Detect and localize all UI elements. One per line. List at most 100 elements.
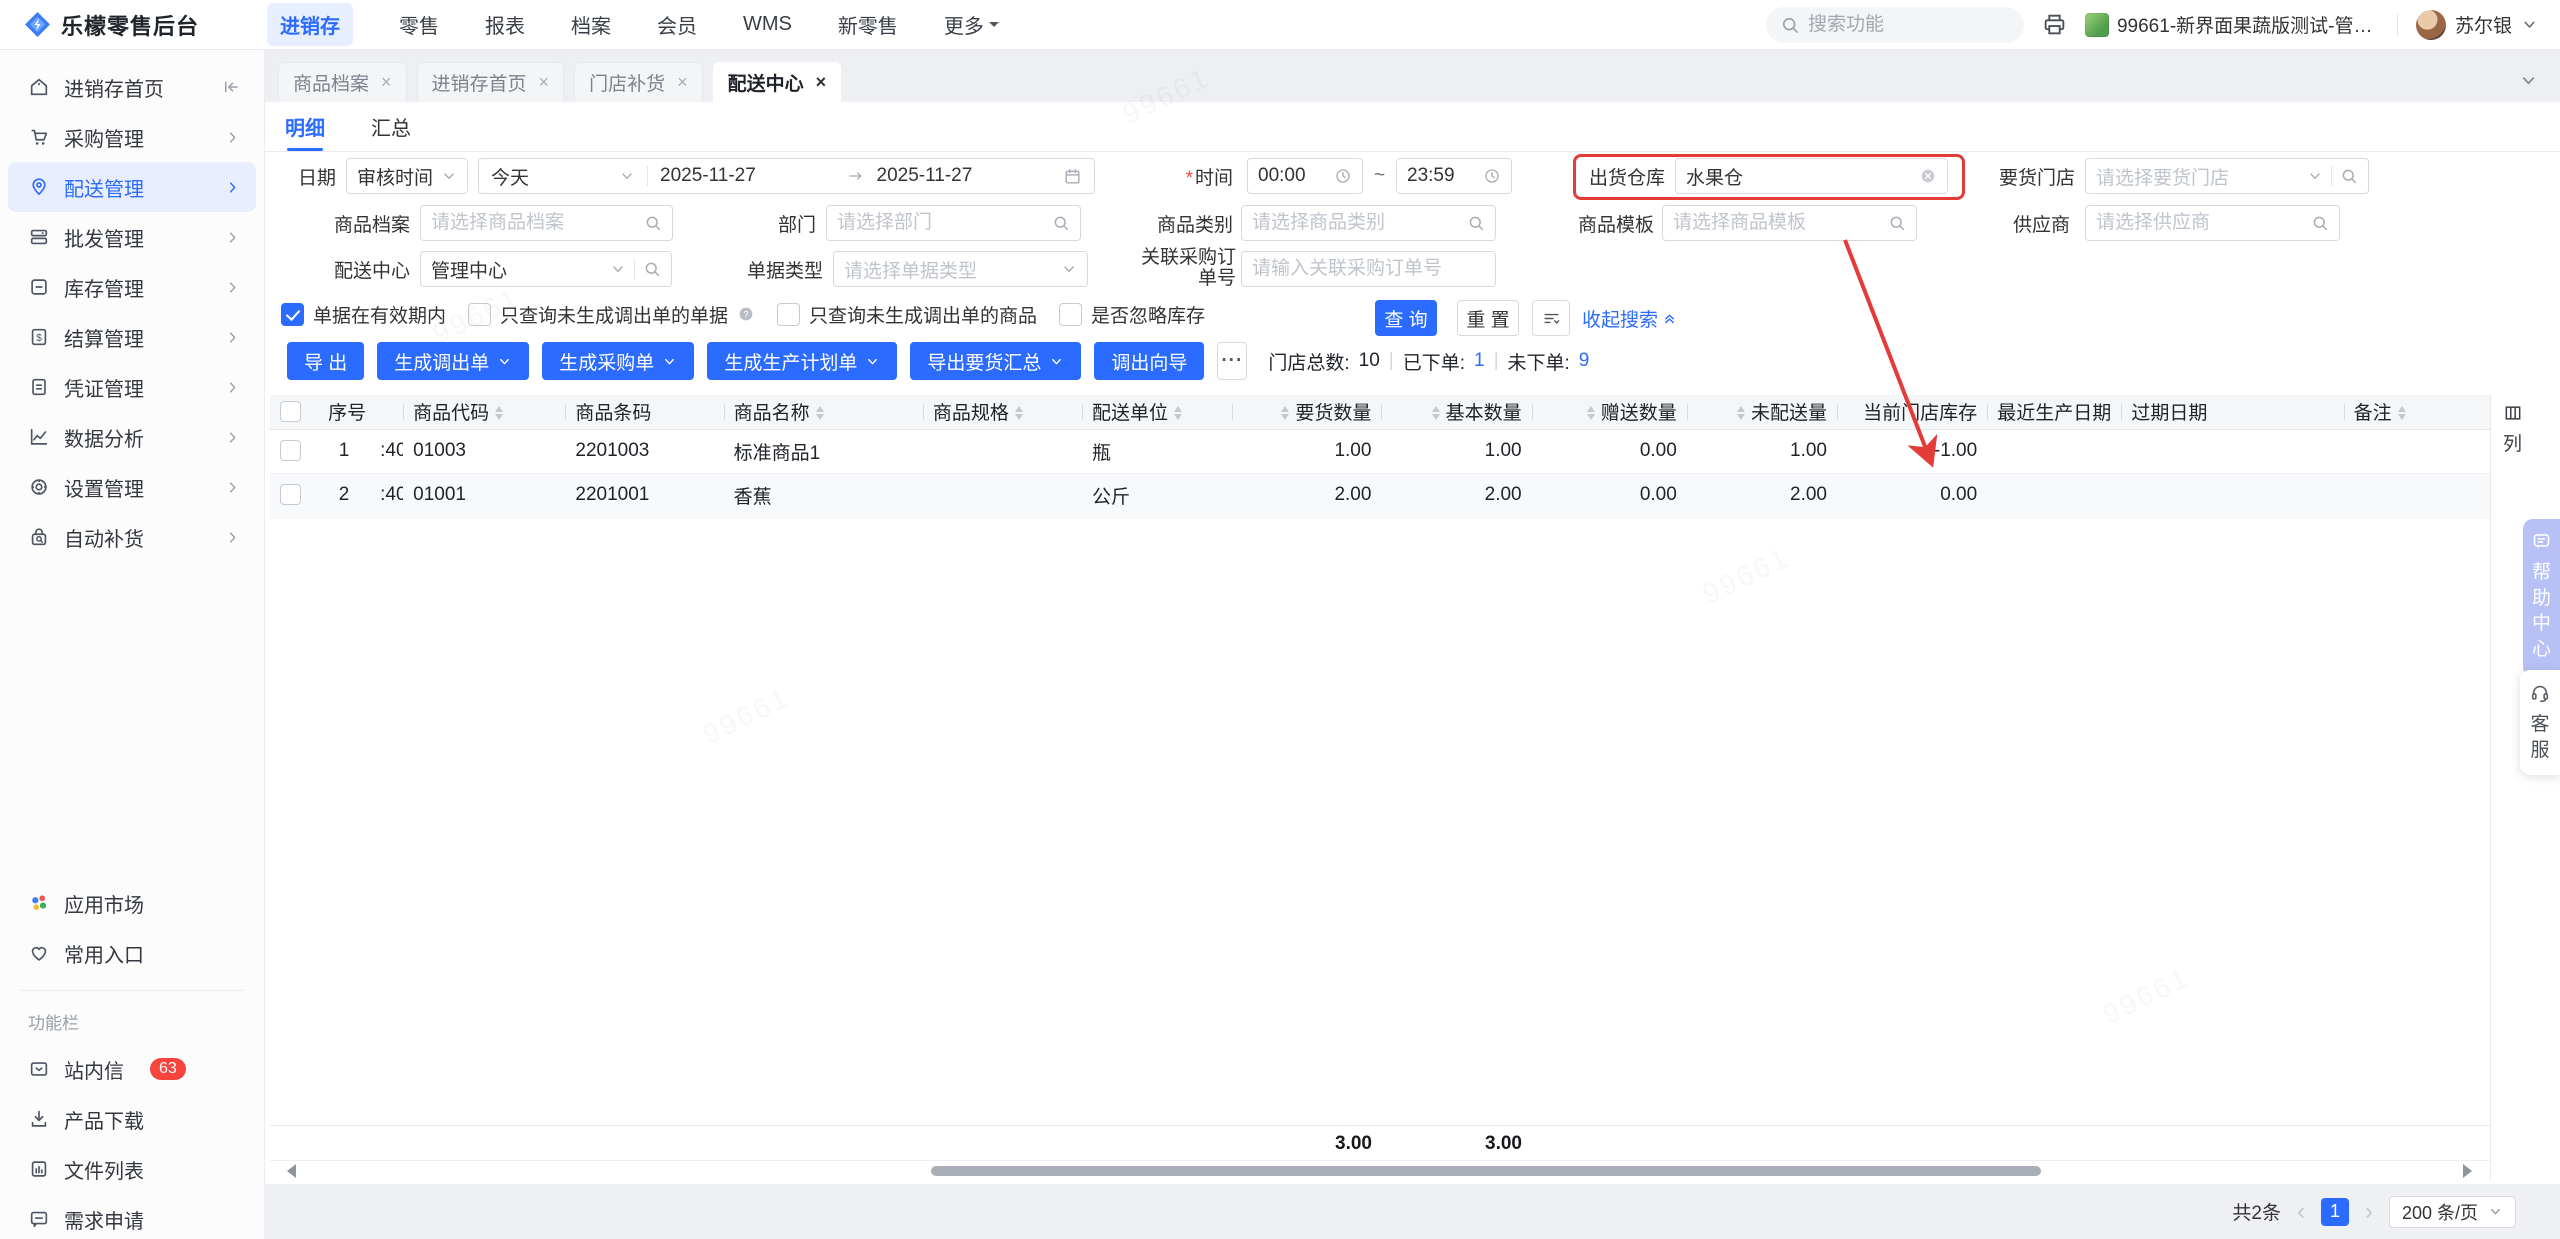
row-checkbox[interactable] [280, 440, 301, 461]
sort-icon[interactable] [1432, 406, 1440, 420]
sidebar-item-wholesale[interactable]: 批发管理 [8, 212, 256, 262]
nav-item-inventory[interactable]: 进销存 [267, 3, 353, 46]
sidebar-item-settings[interactable]: 设置管理 [8, 462, 256, 512]
search-icon[interactable] [2340, 167, 2358, 185]
scrollbar-thumb[interactable] [931, 1166, 2041, 1176]
tenant-switcher[interactable]: 99661-新界面果蔬版测试-管理... [2085, 11, 2379, 38]
global-search[interactable] [1766, 7, 2024, 43]
header-select-all[interactable] [270, 395, 318, 429]
store-select[interactable]: 请选择要货门店 [2085, 158, 2369, 194]
category-input[interactable] [1252, 212, 1459, 234]
header-spec[interactable]: 商品规格 [923, 395, 1082, 429]
prev-page-icon[interactable]: ‹ [2295, 1200, 2307, 1224]
nav-item-new-retail[interactable]: 新零售 [838, 10, 898, 39]
template-field[interactable] [1662, 205, 1917, 241]
sort-icon[interactable] [1174, 406, 1182, 420]
sort-icon[interactable] [1587, 406, 1595, 420]
table-row[interactable]: 1 :40 01003 2201003 标准商品1 瓶 1.00 1.00 0.… [270, 429, 2490, 473]
subtab-summary[interactable]: 汇总 [371, 102, 411, 151]
date-from-field[interactable]: 2025-11-27 [648, 159, 847, 193]
printer-icon[interactable] [2042, 12, 2067, 37]
header-seq[interactable]: 序号 [318, 395, 370, 429]
app-logo[interactable]: 乐檬零售后台 [0, 9, 265, 41]
date-preset-select[interactable]: 今天 [479, 159, 647, 193]
sidebar-item-auto-replenish[interactable]: 自动补货 [8, 512, 256, 562]
checkbox-icon[interactable] [777, 303, 800, 326]
header-qty[interactable]: 要货数量 [1232, 395, 1381, 429]
tab-goods-archive[interactable]: 商品档案× [278, 62, 407, 102]
search-icon[interactable] [1888, 214, 1906, 232]
dept-field[interactable] [826, 205, 1081, 241]
tab-distribution-center[interactable]: 配送中心× [713, 62, 842, 102]
next-page-icon[interactable]: › [2363, 1200, 2375, 1224]
horizontal-scrollbar[interactable] [270, 1162, 2485, 1180]
page-size-select[interactable]: 200 条/页 [2389, 1196, 2516, 1228]
scroll-right-arrow-icon[interactable] [2463, 1164, 2479, 1178]
sidebar-item-app-market[interactable]: 应用市场 [8, 878, 256, 928]
sort-icon[interactable] [1737, 406, 1745, 420]
center-select[interactable]: 管理中心 [420, 251, 672, 287]
customer-service-float-button[interactable]: 客服 [2520, 670, 2560, 775]
nav-item-wms[interactable]: WMS [743, 13, 792, 36]
sidebar-item-file-list[interactable]: 文件列表 [8, 1144, 256, 1194]
sidebar-item-request[interactable]: 需求申请 [8, 1194, 256, 1239]
calendar-icon[interactable] [1063, 167, 1082, 186]
clear-icon[interactable] [1919, 167, 1937, 185]
current-page-button[interactable]: 1 [2321, 1198, 2349, 1226]
generate-transfer-button[interactable]: 生成调出单 [377, 342, 529, 380]
time-from-field[interactable]: 00:00 [1247, 158, 1363, 194]
doctype-select[interactable]: 请选择单据类型 [833, 251, 1088, 287]
header-undelivered[interactable]: 未配送量 [1687, 395, 1837, 429]
stat-unordered[interactable]: 9 [1579, 350, 1590, 372]
transfer-wizard-button[interactable]: 调出向导 [1094, 342, 1204, 380]
checkbox-ignore-stock[interactable]: 是否忽略库存 [1059, 301, 1205, 328]
close-icon[interactable]: × [816, 72, 827, 93]
sidebar-item-distribution[interactable]: 配送管理 [8, 162, 256, 212]
sidebar-item-inventory[interactable]: 库存管理 [8, 262, 256, 312]
sort-icon[interactable] [816, 406, 824, 420]
nav-item-members[interactable]: 会员 [657, 10, 697, 39]
date-type-select[interactable]: 审核时间 [346, 158, 468, 194]
generate-purchase-button[interactable]: 生成采购单 [542, 342, 694, 380]
collapse-sidebar-icon[interactable] [222, 78, 240, 96]
sidebar-item-inbox[interactable]: 站内信 63 [8, 1044, 256, 1094]
query-button[interactable]: 查 询 [1375, 300, 1437, 336]
sidebar-item-settlement[interactable]: 结算管理 [8, 312, 256, 362]
close-icon[interactable]: × [677, 72, 688, 93]
more-actions-button[interactable]: ··· [1217, 342, 1247, 380]
checkbox-no-transfer-doc[interactable]: 只查询未生成调出单的单据 [468, 301, 755, 328]
row-checkbox[interactable] [280, 484, 301, 505]
date-range-control[interactable]: 今天 2025-11-27 2025-11-27 [478, 158, 1095, 194]
supplier-input[interactable] [2096, 212, 2303, 234]
subtab-detail[interactable]: 明细 [285, 102, 325, 151]
nav-item-reports[interactable]: 报表 [485, 10, 525, 39]
checkbox-icon[interactable] [1059, 303, 1082, 326]
header-name[interactable]: 商品名称 [724, 395, 923, 429]
reset-button[interactable]: 重 置 [1457, 300, 1519, 336]
nav-item-retail[interactable]: 零售 [399, 10, 439, 39]
user-menu[interactable]: 苏尔银 [2416, 10, 2538, 40]
cell-select[interactable] [270, 429, 318, 473]
header-prod-date[interactable]: 最近生产日期 [1987, 395, 2121, 429]
help-center-float-button[interactable]: 帮助中心 [2523, 519, 2560, 677]
time-to-field[interactable]: 23:59 [1396, 158, 1512, 194]
table-row[interactable]: 2 :40 01001 2201001 香蕉 公斤 2.00 2.00 0.00… [270, 473, 2490, 517]
header-expire-date[interactable]: 过期日期 [2121, 395, 2343, 429]
header-barcode[interactable]: 商品条码 [565, 395, 723, 429]
checkbox-no-transfer-goods[interactable]: 只查询未生成调出单的商品 [777, 301, 1037, 328]
category-field[interactable] [1241, 205, 1496, 241]
cell-select[interactable] [270, 473, 318, 517]
select-all-checkbox[interactable] [280, 401, 301, 422]
close-icon[interactable]: × [381, 72, 392, 93]
search-icon[interactable] [1052, 214, 1070, 232]
supplier-field[interactable] [2085, 205, 2340, 241]
global-search-input[interactable] [1808, 14, 2010, 36]
header-remark[interactable]: 备注 [2344, 395, 2490, 429]
collapse-search-link[interactable]: 收起搜索 [1582, 305, 1677, 332]
column-settings-label[interactable]: 列 [2503, 429, 2522, 456]
sidebar-item-product-download[interactable]: 产品下载 [8, 1094, 256, 1144]
goods-input[interactable] [431, 212, 636, 234]
template-input[interactable] [1673, 212, 1880, 234]
sidebar-item-home[interactable]: 进销存首页 [8, 62, 256, 112]
sidebar-item-analytics[interactable]: 数据分析 [8, 412, 256, 462]
